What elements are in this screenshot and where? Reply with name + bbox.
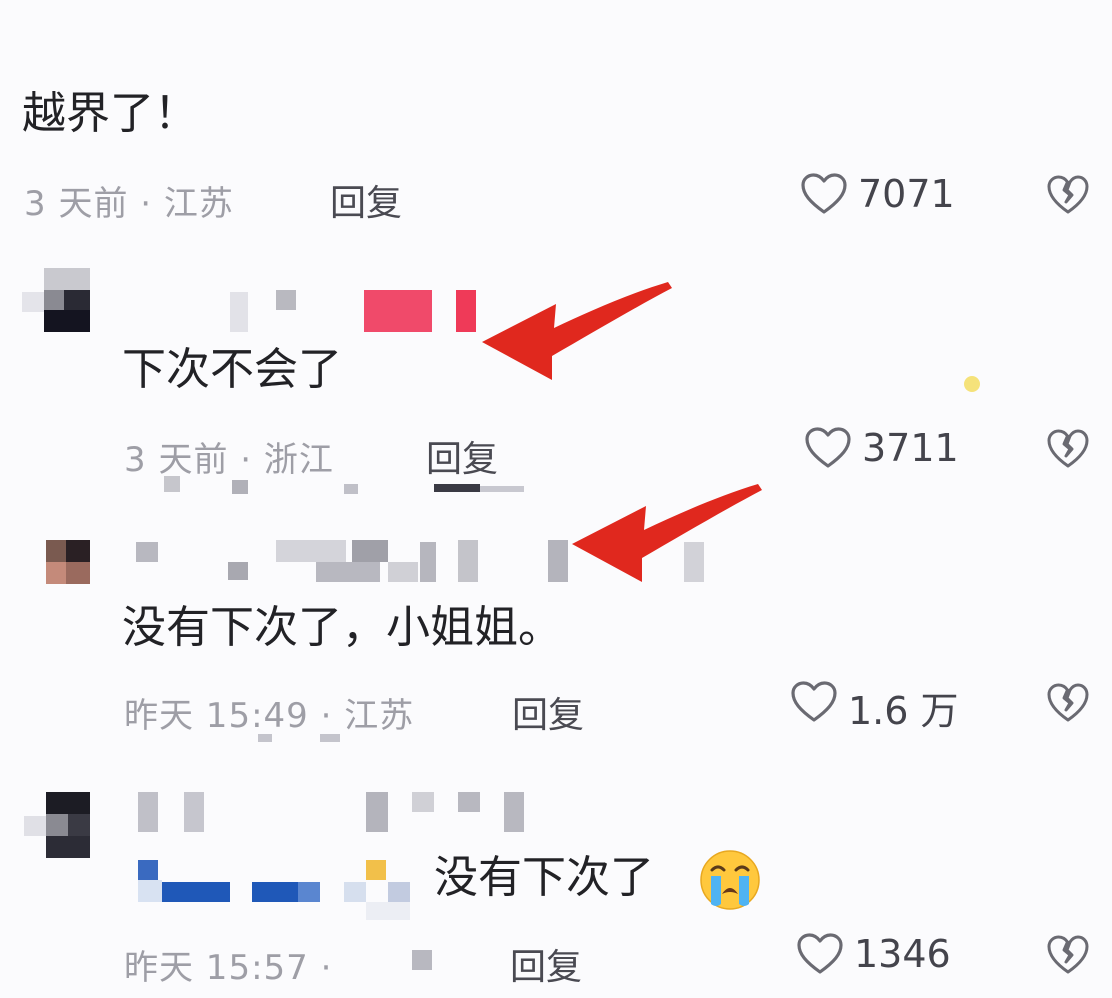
reply-button[interactable]: 回复 <box>512 686 584 738</box>
like-count: 3711 <box>862 426 959 470</box>
like-heart-icon[interactable] <box>796 932 844 980</box>
like-heart-icon[interactable] <box>790 680 838 728</box>
avatar[interactable] <box>46 792 92 858</box>
like-count: 1346 <box>854 932 951 976</box>
like-count: 7071 <box>858 172 955 216</box>
broken-heart-icon[interactable] <box>1046 428 1090 474</box>
comment-text: 没有下次了 <box>434 852 654 903</box>
comment-time-location: 3 天前 · 浙江 <box>124 440 334 480</box>
comment-text: 没有下次了，小姐姐。 <box>122 602 562 653</box>
red-arrow-annotation <box>568 478 764 592</box>
like-heart-icon[interactable] <box>804 426 852 474</box>
blurred-pixel <box>22 292 44 312</box>
decorative-dot <box>964 376 980 392</box>
crying-face-emoji <box>698 848 762 916</box>
comment-time-location: 昨天 15:49 · 江苏 <box>124 696 415 736</box>
like-heart-icon[interactable] <box>800 172 848 220</box>
avatar[interactable] <box>44 268 90 332</box>
broken-heart-icon[interactable] <box>1046 682 1090 728</box>
comment-time-location: 昨天 15:57 · <box>124 948 333 988</box>
reply-button[interactable]: 回复 <box>330 174 402 226</box>
broken-heart-icon[interactable] <box>1046 934 1090 980</box>
reply-button[interactable]: 回复 <box>510 938 582 990</box>
blurred-pixel <box>412 950 432 970</box>
broken-heart-icon[interactable] <box>1046 174 1090 220</box>
blurred-pixel <box>24 816 46 836</box>
red-arrow-annotation <box>478 276 674 390</box>
avatar[interactable] <box>46 540 92 604</box>
blurred-badge <box>364 290 432 332</box>
comment-time-location: 3 天前 · 江苏 <box>24 184 234 224</box>
comment-text: 越界了！ <box>22 88 198 139</box>
comment-text: 下次不会了 <box>122 344 342 395</box>
like-count: 1.6 万 <box>848 689 959 733</box>
reply-button[interactable]: 回复 <box>426 430 498 482</box>
